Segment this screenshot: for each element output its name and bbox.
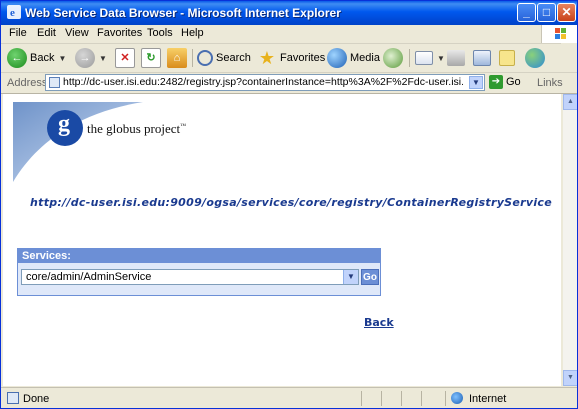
- menu-file[interactable]: File: [9, 27, 27, 39]
- service-select[interactable]: core/admin/AdminService ▼: [21, 269, 359, 285]
- scroll-up-icon[interactable]: ▲: [563, 94, 577, 110]
- address-bar: Address http://dc-user.isi.edu:2482/regi…: [1, 73, 577, 94]
- stop-icon: ✕: [115, 48, 135, 68]
- status-bar: Done Internet: [1, 387, 577, 408]
- globus-logo: g the globus project™: [13, 102, 193, 182]
- menu-tools[interactable]: Tools: [147, 27, 173, 39]
- favorites-star-icon: ★: [258, 48, 276, 68]
- security-zone-label: Internet: [469, 393, 507, 405]
- media-button[interactable]: Media: [327, 47, 380, 69]
- status-divider: [361, 391, 362, 406]
- page-done-icon: [7, 392, 19, 404]
- history-button[interactable]: [383, 47, 403, 69]
- favorites-button[interactable]: ★ Favorites: [257, 47, 325, 69]
- links-toolbar[interactable]: Links: [537, 77, 563, 89]
- back-dropdown-icon[interactable]: ▼: [58, 54, 66, 63]
- forward-dropdown-icon[interactable]: ▼: [99, 54, 107, 63]
- back-button-label: Back: [30, 52, 55, 64]
- internet-zone-globe-icon: [451, 392, 463, 404]
- title-bar[interactable]: e Web Service Data Browser - Microsoft I…: [1, 1, 577, 25]
- refresh-icon: ↻: [141, 48, 161, 68]
- service-go-button[interactable]: Go: [361, 269, 379, 285]
- window-title: Web Service Data Browser - Microsoft Int…: [25, 6, 341, 20]
- menu-help[interactable]: Help: [181, 27, 204, 39]
- discuss-button[interactable]: [499, 47, 515, 69]
- mail-icon: [415, 51, 433, 65]
- maximize-button[interactable]: □: [537, 3, 556, 22]
- minimize-button[interactable]: _: [517, 3, 536, 22]
- address-url[interactable]: http://dc-user.isi.edu:2482/registry.jsp…: [63, 76, 463, 88]
- toolbar-separator: [409, 49, 410, 67]
- favorites-button-label: Favorites: [280, 52, 326, 64]
- forward-button[interactable]: → ▼: [75, 47, 107, 69]
- service-url-heading: http://dc-user.isi.edu:9009/ogsa/service…: [30, 196, 553, 209]
- menu-bar: File Edit View Favorites Tools Help: [1, 25, 561, 44]
- vertical-scrollbar[interactable]: ▲ ▼: [562, 94, 577, 386]
- menu-edit[interactable]: Edit: [37, 27, 56, 39]
- status-divider: [401, 391, 402, 406]
- mail-dropdown-icon[interactable]: ▼: [437, 54, 445, 63]
- search-button[interactable]: Search: [197, 47, 251, 69]
- menu-favorites[interactable]: Favorites: [97, 27, 142, 39]
- ie-logo-icon: e: [7, 5, 21, 19]
- home-icon: ⌂: [167, 48, 187, 68]
- svg-text:e: e: [10, 7, 15, 19]
- messenger-button[interactable]: [525, 47, 545, 69]
- stop-button[interactable]: ✕: [115, 47, 135, 69]
- back-arrow-icon: ←: [7, 48, 27, 68]
- back-button[interactable]: ← Back ▼: [7, 47, 66, 69]
- menu-view[interactable]: View: [65, 27, 89, 39]
- scroll-down-icon[interactable]: ▼: [563, 370, 577, 386]
- forward-arrow-icon: →: [75, 48, 95, 68]
- address-input[interactable]: http://dc-user.isi.edu:2482/registry.jsp…: [45, 74, 485, 91]
- home-button[interactable]: ⌂: [167, 47, 187, 69]
- page-content: g the globus project™ http://dc-user.isi…: [3, 94, 561, 386]
- media-button-label: Media: [350, 52, 380, 64]
- globus-project-text: the globus project™: [87, 121, 186, 137]
- address-dropdown-icon[interactable]: ▼: [469, 76, 483, 89]
- messenger-icon: [525, 48, 545, 68]
- print-icon: [447, 50, 465, 66]
- status-divider: [381, 391, 382, 406]
- browser-window: e Web Service Data Browser - Microsoft I…: [0, 0, 578, 409]
- toolbar-separator: [192, 49, 193, 67]
- globus-g-letter: g: [58, 111, 70, 137]
- note-icon: [499, 50, 515, 66]
- refresh-button[interactable]: ↻: [141, 47, 161, 69]
- trademark-mark: ™: [180, 123, 187, 130]
- edit-page-icon: [473, 50, 491, 66]
- search-button-label: Search: [216, 52, 251, 64]
- windows-flag-logo: [541, 25, 577, 43]
- history-icon: [383, 48, 403, 68]
- edit-button[interactable]: [473, 47, 491, 69]
- search-icon: [197, 50, 213, 66]
- page-icon: [49, 77, 60, 88]
- go-arrow-icon: ➔: [489, 75, 503, 89]
- print-button[interactable]: [447, 47, 465, 69]
- logo-text: the globus project: [87, 121, 181, 136]
- service-select-value: core/admin/AdminService: [26, 271, 152, 283]
- services-label: Services:: [18, 249, 380, 263]
- status-text: Done: [23, 393, 50, 405]
- address-label: Address: [7, 77, 48, 89]
- address-go-label: Go: [506, 76, 521, 88]
- services-panel: Services: core/admin/AdminService ▼ Go: [17, 248, 381, 296]
- status-divider: [421, 391, 422, 406]
- standard-toolbar: ← Back ▼ → ▼ ✕ ↻ ⌂ Search ★ Favorites Me…: [1, 44, 577, 73]
- globus-swoosh-graphic: [13, 102, 143, 182]
- windows-logo-icon: [555, 28, 566, 39]
- service-dropdown-icon[interactable]: ▼: [343, 270, 358, 284]
- close-button[interactable]: ✕: [557, 3, 576, 22]
- status-divider: [445, 391, 446, 406]
- address-go-button[interactable]: ➔ Go: [489, 75, 521, 89]
- media-icon: [327, 48, 347, 68]
- mail-button[interactable]: ▼: [415, 47, 445, 69]
- back-link[interactable]: Back: [364, 316, 394, 329]
